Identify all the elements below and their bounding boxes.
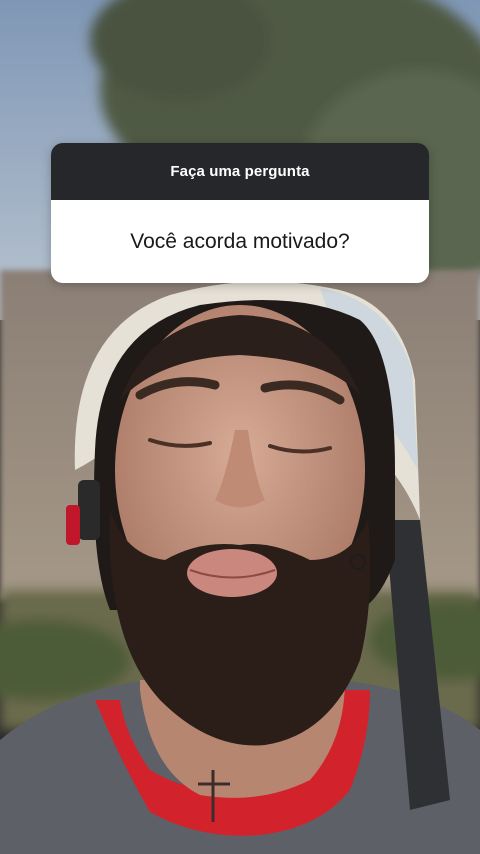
question-sticker[interactable]: Faça uma pergunta Você acorda motivado? [51,143,429,283]
story-screen: Faça uma pergunta Você acorda motivado? [0,0,480,854]
question-sticker-header: Faça uma pergunta [51,143,429,200]
background-photo [0,0,480,854]
question-sticker-text: Você acorda motivado? [51,200,429,283]
